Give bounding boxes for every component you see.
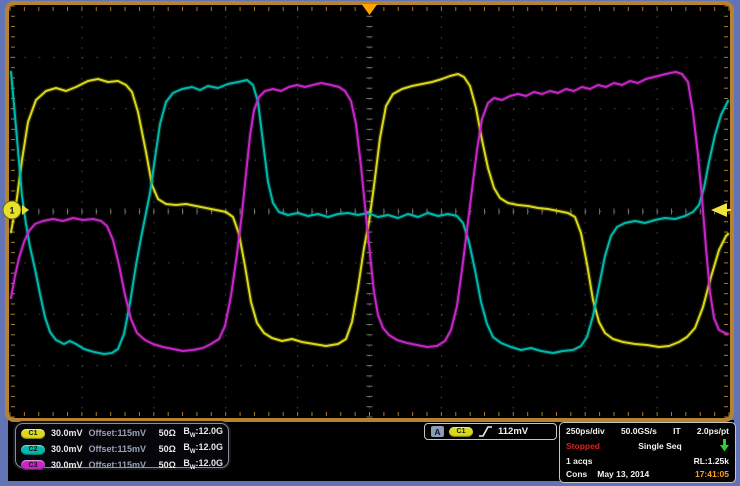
channel-1-bandwidth: BW:12.0G bbox=[183, 426, 223, 442]
sequence-mode: Single Seq bbox=[600, 441, 720, 451]
datetime-row: Cons May 13, 2014 17:41:05 bbox=[566, 469, 729, 479]
channel-2-readout[interactable]: C2 30.0mV Offset:115mV 50Ω BW:12.0G bbox=[21, 442, 223, 458]
channel-3-offset: Offset:115mV bbox=[89, 460, 153, 471]
trigger-readout-panel[interactable]: A C1 112mV bbox=[424, 423, 557, 440]
horizontal-settings-row: 250ps/div 50.0GS/s IT 2.0ps/pt bbox=[566, 426, 729, 436]
channel-readout-panel: C1 30.0mV Offset:115mV 50Ω BW:12.0G C2 3… bbox=[15, 423, 229, 468]
acqs-count: 1 acqs bbox=[566, 456, 592, 466]
channel-3-scale: 30.0mV bbox=[51, 460, 83, 471]
trigger-a-badge: A bbox=[431, 426, 444, 437]
channel-2-badge[interactable]: C2 bbox=[21, 445, 45, 455]
channel-3-badge[interactable]: C3 bbox=[21, 460, 45, 470]
channel-2-scale: 30.0mV bbox=[51, 444, 83, 455]
channel-1-scale: 30.0mV bbox=[51, 428, 83, 439]
channel-1-badge[interactable]: C1 bbox=[21, 429, 45, 439]
channel-3-bandwidth: BW:12.0G bbox=[183, 458, 223, 474]
date-value: May 13, 2014 bbox=[597, 469, 695, 479]
channel-1-readout[interactable]: C1 30.0mV Offset:115mV 50Ω BW:12.0G bbox=[21, 426, 223, 442]
channel-2-bandwidth: BW:12.0G bbox=[183, 442, 223, 458]
record-length: RL:1.25k bbox=[694, 456, 729, 466]
time-value: 17:41:05 bbox=[695, 469, 729, 479]
timebase-value: 250ps/div bbox=[566, 426, 605, 436]
sample-rate-value: 50.0GS/s bbox=[621, 426, 657, 436]
channel-1-impedance: 50Ω bbox=[159, 428, 178, 439]
rising-edge-icon bbox=[478, 425, 493, 438]
channel-3-readout[interactable]: C3 30.0mV Offset:115mV 50Ω BW:12.0G bbox=[21, 458, 223, 474]
acquisition-status-panel[interactable]: 250ps/div 50.0GS/s IT 2.0ps/pt Stopped S… bbox=[559, 422, 736, 483]
sampling-mode: IT bbox=[673, 426, 681, 436]
channel-2-impedance: 50Ω bbox=[159, 444, 178, 455]
acquisition-arrow-icon bbox=[720, 439, 729, 452]
channel-2-offset: Offset:115mV bbox=[89, 444, 153, 455]
oscilloscope-display: 1 C1 30.0mV Offset:115mV 50Ω BW:12.0G C2… bbox=[0, 0, 740, 486]
resolution-value: 2.0ps/pt bbox=[697, 426, 729, 436]
channel-1-offset: Offset:115mV bbox=[89, 428, 153, 439]
trigger-level-value: 112mV bbox=[498, 426, 528, 437]
channel-3-impedance: 50Ω bbox=[159, 460, 178, 471]
acquisition-count-row: 1 acqs RL:1.25k bbox=[566, 456, 729, 466]
run-state-row: Stopped Single Seq bbox=[566, 439, 729, 452]
trigger-source-badge: C1 bbox=[449, 427, 473, 437]
console-label: Cons bbox=[566, 469, 587, 479]
run-state: Stopped bbox=[566, 441, 600, 451]
graticule-screen[interactable] bbox=[8, 4, 732, 419]
